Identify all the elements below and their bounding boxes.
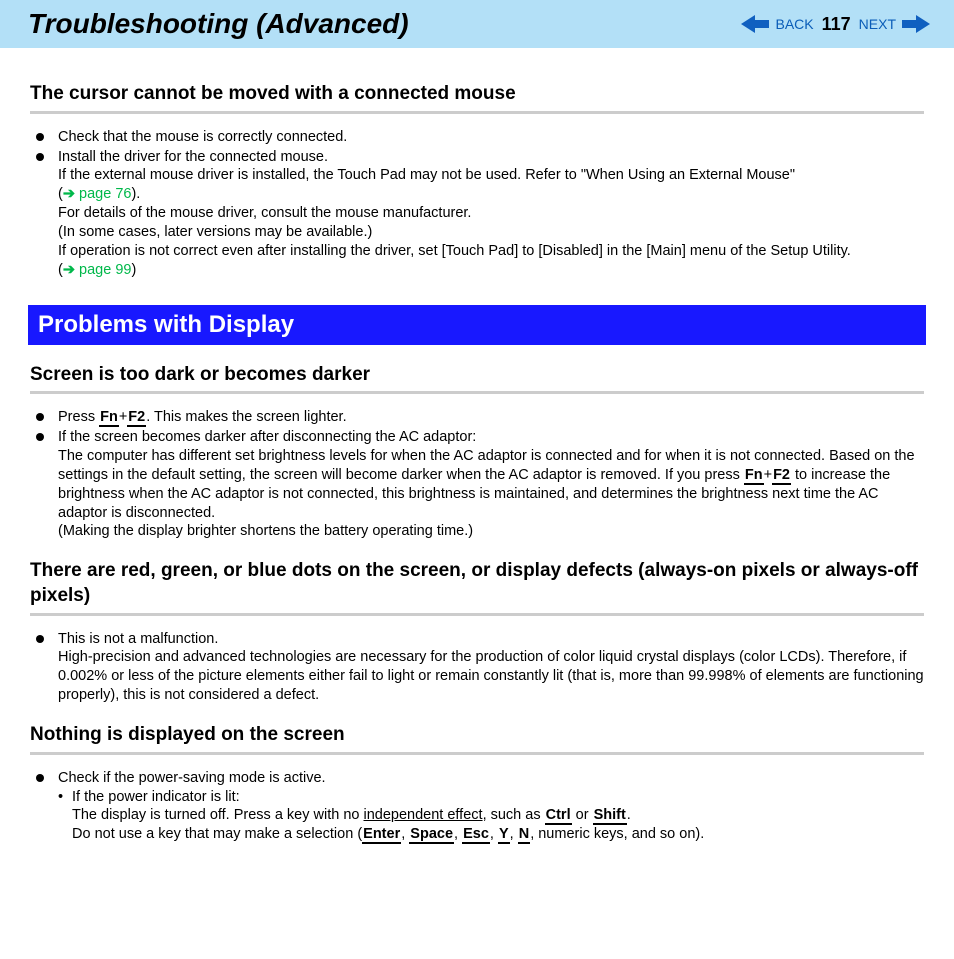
- text: This is not a malfunction.: [58, 631, 218, 647]
- key-enter: Enter: [362, 826, 401, 844]
- text: Check if the power-saving mode is active…: [58, 770, 326, 786]
- text: or: [572, 807, 593, 823]
- list-item: If the screen becomes darker after disco…: [30, 428, 924, 541]
- text: Do not use a key that may make a selecti…: [72, 826, 362, 842]
- text: +: [764, 467, 772, 483]
- text: .: [627, 807, 631, 823]
- category-heading-display: Problems with Display: [28, 305, 926, 344]
- key-space: Space: [409, 826, 454, 844]
- text: ,: [454, 826, 462, 842]
- bullet-list: Check if the power-saving mode is active…: [30, 769, 924, 844]
- text: Check that the mouse is correctly connec…: [58, 129, 347, 145]
- text: High-precision and advanced technologies…: [58, 649, 924, 703]
- key-f2: F2: [127, 409, 146, 427]
- page-title: Troubleshooting (Advanced): [28, 8, 409, 40]
- list-item: Check if the power-saving mode is active…: [30, 769, 924, 844]
- bullet-list: Press Fn+F2. This makes the screen light…: [30, 408, 924, 541]
- key-shift: Shift: [593, 807, 627, 825]
- text: ,: [490, 826, 498, 842]
- link-arrow-icon: ➔: [63, 186, 79, 202]
- section-heading-dark: Screen is too dark or becomes darker: [30, 363, 924, 395]
- key-f2: F2: [772, 467, 791, 485]
- text: ,: [510, 826, 518, 842]
- page-link-76[interactable]: page 76: [79, 186, 131, 202]
- back-arrow-icon[interactable]: [741, 15, 769, 33]
- text: For details of the mouse driver, consult…: [58, 205, 471, 221]
- sub-list-item: If the power indicator is lit: The displ…: [58, 788, 924, 845]
- list-item: Press Fn+F2. This makes the screen light…: [30, 408, 924, 427]
- key-esc: Esc: [462, 826, 490, 844]
- key-fn: Fn: [99, 409, 119, 427]
- key-n: N: [518, 826, 530, 844]
- page-link-99[interactable]: page 99: [79, 262, 131, 278]
- key-y: Y: [498, 826, 510, 844]
- text: (In some cases, later versions may be av…: [58, 224, 372, 240]
- bullet-list: This is not a malfunction. High-precisio…: [30, 630, 924, 705]
- page-number: 117: [820, 14, 853, 35]
- text: If the power indicator is lit:: [72, 789, 240, 805]
- back-link[interactable]: BACK: [775, 16, 813, 32]
- text: The display is turned off. Press a key w…: [72, 807, 364, 823]
- next-arrow-icon[interactable]: [902, 15, 930, 33]
- text: If the screen becomes darker after disco…: [58, 429, 476, 445]
- text: (Making the display brighter shortens th…: [58, 523, 473, 539]
- text: +: [119, 409, 127, 425]
- text: , numeric keys, and so on).: [530, 826, 704, 842]
- link-arrow-icon: ➔: [63, 262, 79, 278]
- list-item: Install the driver for the connected mou…: [30, 148, 924, 280]
- text: , such as: [483, 807, 545, 823]
- section-heading-cursor: The cursor cannot be moved with a connec…: [30, 82, 924, 114]
- section-heading-nothing: Nothing is displayed on the screen: [30, 723, 924, 755]
- list-item: This is not a malfunction. High-precisio…: [30, 630, 924, 705]
- underlined-text: independent effect: [364, 807, 483, 823]
- section-heading-pixels: There are red, green, or blue dots on th…: [30, 559, 924, 615]
- key-ctrl: Ctrl: [545, 807, 572, 825]
- header-bar: Troubleshooting (Advanced) BACK 117 NEXT: [0, 0, 954, 48]
- text: Press: [58, 409, 99, 425]
- text: If the external mouse driver is installe…: [58, 167, 795, 183]
- text: . This makes the screen lighter.: [146, 409, 346, 425]
- text: If operation is not correct even after i…: [58, 243, 851, 259]
- content-area: The cursor cannot be moved with a connec…: [0, 48, 954, 875]
- nav-cluster: BACK 117 NEXT: [741, 14, 930, 35]
- text: ).: [131, 186, 140, 202]
- key-fn: Fn: [744, 467, 764, 485]
- text: ): [131, 262, 136, 278]
- next-link[interactable]: NEXT: [859, 16, 896, 32]
- list-item: Check that the mouse is correctly connec…: [30, 128, 924, 147]
- bullet-list: Check that the mouse is correctly connec…: [30, 128, 924, 280]
- text: Install the driver for the connected mou…: [58, 149, 328, 165]
